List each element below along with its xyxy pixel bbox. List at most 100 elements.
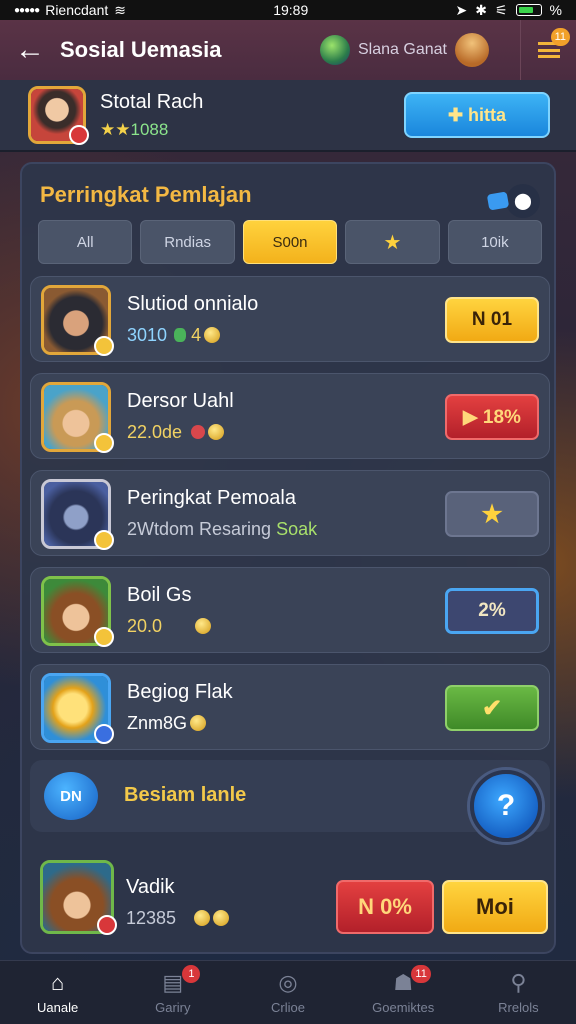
player-score: 12385 [126, 908, 177, 928]
profile-action-button[interactable]: ✚ hitta [404, 92, 550, 138]
profile-text: Stotal Rach ★★1088 [100, 91, 203, 140]
level-badge-icon [69, 125, 89, 145]
plus-icon: ✚ [447, 104, 469, 125]
player-stats: 3010 4 [127, 325, 221, 346]
player-count: 4 [191, 325, 202, 345]
nav-label: Rrelols [498, 1000, 539, 1015]
coin-icon [195, 618, 212, 634]
battery-label: % [549, 2, 562, 18]
menu-button[interactable]: 11 [520, 20, 576, 80]
leaderboard-panel: Perringkat Pemlajan ⬤ All Rndias S00n ★ … [20, 162, 556, 954]
nav-badge: 1 [182, 965, 201, 983]
header-right-group: Slana Ganat [320, 33, 489, 67]
player-avatar [40, 860, 117, 935]
list-item[interactable]: Dersor Uahl 22.0de ▶ 18% [30, 373, 550, 459]
player-avatar [41, 576, 114, 647]
signal-icon: ●●●●● [14, 4, 40, 16]
profile-action-label: hitta [468, 104, 507, 125]
row-action-button[interactable]: 2% [445, 588, 539, 634]
row-action-button[interactable]: N 01 [445, 297, 539, 343]
nav-label: Uanale [37, 1000, 79, 1015]
player-stats: 2Wtdom Resaring Soak [127, 519, 317, 540]
list-item[interactable]: Begiog Flak Znm8G ✔ [30, 664, 550, 750]
banner-text: Besiam lanle [124, 784, 247, 806]
list-item[interactable]: Boil Gs 20.0 2% [30, 567, 550, 653]
banner-badge-icon: DN [44, 772, 98, 820]
app-header: ← Sosial Uemasia Slana Ganat 11 [0, 20, 576, 80]
player-name: Boil Gs [127, 584, 192, 606]
vibrate-icon: ⚟ [494, 1, 508, 18]
rank-badge-icon [97, 915, 117, 935]
profile-icon: ⚲ [510, 970, 527, 995]
confirm-button[interactable]: ✔ [445, 685, 539, 731]
nav-circle[interactable]: ◎ Crlioe [230, 961, 345, 1024]
player-score: 3010 [127, 325, 168, 345]
help-icon: ? [496, 789, 516, 822]
player-name: Slutiod onnialo [127, 293, 259, 315]
player-score: 22.0de [127, 422, 183, 442]
nav-label: Goemiktes [372, 1000, 435, 1015]
player-name: Peringkat Pemoala [127, 487, 296, 509]
player-avatar [41, 285, 114, 356]
player-avatar [41, 382, 114, 453]
player-avatar [41, 479, 114, 550]
carrier-label: Riencdant [45, 2, 109, 18]
game-orb-icon[interactable] [320, 35, 350, 65]
nav-home[interactable]: ⌂ Uanale [0, 961, 115, 1024]
nav-label: Gariry [155, 1000, 191, 1015]
tab-rndias[interactable]: Rndias [140, 220, 235, 264]
player-status-tag: Soak [276, 519, 318, 539]
player-score: 20.0 [127, 616, 163, 636]
coin-badge-icon [94, 530, 114, 550]
profile-score: 1088 [130, 119, 169, 139]
help-button[interactable]: ? [470, 770, 542, 842]
tab-star[interactable]: ★ [345, 220, 440, 264]
header-subtitle: Slana Ganat [358, 41, 447, 58]
nav-gallery[interactable]: ▤ Gariry 1 [115, 961, 230, 1024]
panel-icons: ⬤ [486, 184, 540, 218]
player-stats: 12385 [126, 908, 230, 929]
nav-badge: 11 [411, 965, 431, 983]
coin-badge-icon [94, 433, 114, 453]
list-item[interactable]: Vadik 12385 N 0% Moi [30, 846, 550, 948]
bluetooth-icon: ✱ [475, 1, 487, 18]
player-stats: Znm8G [127, 713, 207, 734]
circle-icon: ◎ [278, 970, 298, 995]
list-item[interactable]: Peringkat Pemoala 2Wtdom Resaring Soak ★ [30, 470, 550, 556]
coin-icon [194, 910, 211, 926]
location-pin-icon[interactable]: ⬤ [506, 184, 540, 218]
star-button[interactable]: ★ [445, 491, 539, 537]
row-action-button[interactable]: ▶ 18% [445, 394, 539, 440]
arrow-badge-icon [94, 724, 114, 744]
percent-button[interactable]: N 0% [336, 880, 434, 934]
coin-icon [190, 715, 207, 731]
moi-button[interactable]: Moi [442, 880, 548, 934]
coin-icon [204, 327, 221, 343]
clock: 19:89 [273, 2, 309, 18]
nav-community[interactable]: ☗ Goemiktes 11 [346, 961, 461, 1024]
menu-badge: 11 [550, 28, 570, 46]
tab-soon[interactable]: S00n [242, 220, 338, 264]
panel-title: Perringkat Pemlajan [40, 182, 252, 207]
page-title: Sosial Uemasia [60, 37, 222, 62]
nav-profile[interactable]: ⚲ Rrelols [461, 961, 576, 1024]
coin-badge-icon [94, 627, 114, 647]
tab-all[interactable]: All [38, 220, 133, 264]
home-icon: ⌂ [50, 970, 65, 995]
profile-score-line: ★★1088 [100, 120, 203, 140]
character-avatar-icon[interactable] [454, 33, 489, 67]
profile-avatar[interactable] [28, 86, 89, 145]
wifi-icon: ≋ [114, 1, 126, 18]
filter-tabs: All Rndias S00n ★ 10ik [38, 220, 543, 264]
green-gem-icon [174, 328, 187, 342]
player-stats: 20.0 [127, 616, 212, 637]
player-score: Znm8G [127, 713, 188, 733]
player-stats: 22.0de [127, 422, 225, 443]
gem-icon [486, 191, 510, 211]
location-icon: ➤ [455, 1, 468, 18]
stars-icon: ★★ [100, 119, 131, 139]
player-status: 2Wtdom Resaring [127, 519, 272, 539]
tab-10ik[interactable]: 10ik [447, 220, 543, 264]
list-item[interactable]: Slutiod onnialo 3010 4 N 01 [30, 276, 550, 362]
back-arrow-icon[interactable]: ← [0, 20, 60, 80]
